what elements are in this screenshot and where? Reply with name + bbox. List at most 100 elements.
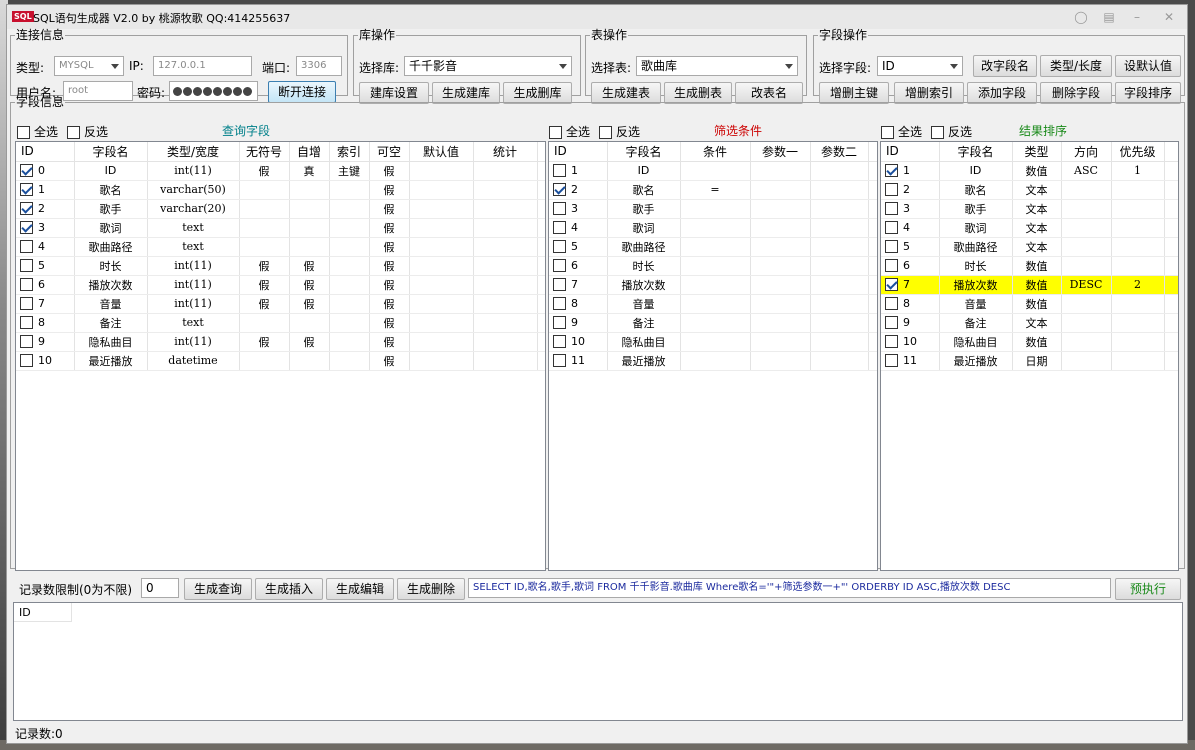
skin-icon[interactable]: ◯ — [1070, 9, 1092, 25]
query-field-row-checkbox[interactable] — [20, 240, 33, 254]
query-field-row[interactable]: 7 音量 int(11) 假假假 — [16, 294, 545, 314]
query-field-column-header[interactable]: ID — [16, 142, 75, 162]
sort-field-row[interactable]: 10 隐私曲目 数值 — [881, 332, 1178, 352]
record-limit-input[interactable]: 0 — [141, 578, 179, 598]
restore-icon[interactable]: ▤ — [1098, 9, 1120, 25]
filter-invert[interactable]: 反选 — [599, 123, 640, 140]
sort-field-column-header[interactable]: 方向 — [1061, 142, 1112, 162]
query-invert-checkbox[interactable] — [67, 126, 80, 139]
table-select[interactable]: 歌曲库 — [636, 56, 798, 76]
filter-field-row[interactable]: 11 最近播放 — [549, 351, 877, 371]
filter-field-row[interactable]: 1 ID — [549, 161, 877, 181]
query-field-row[interactable]: 5 时长 int(11) 假假假 — [16, 256, 545, 276]
query-field-column-header[interactable]: 类型/宽度 — [147, 142, 240, 162]
filter-field-row[interactable]: 7 播放次数 — [549, 275, 877, 295]
sort-field-row-checkbox[interactable] — [885, 259, 898, 273]
type-length-button[interactable]: 类型/长度 — [1040, 55, 1112, 77]
query-field-column-header[interactable]: 统计 — [473, 142, 538, 162]
field-select[interactable]: ID — [877, 56, 963, 76]
query-field-row-checkbox[interactable] — [20, 221, 33, 235]
port-input[interactable]: 3306 — [296, 56, 342, 76]
sort-field-row-checkbox[interactable] — [885, 164, 898, 178]
query-field-row[interactable]: 1 歌名 varchar(50) 假 — [16, 180, 545, 200]
query-fields-table[interactable]: ID 字段名 类型/宽度 无符号 自增 索引 可空 默认值 统计 0 ID int(11) 假真主键假 1… — [15, 141, 546, 571]
query-field-row[interactable]: 6 播放次数 int(11) 假假假 — [16, 275, 545, 295]
query-field-row-checkbox[interactable] — [20, 335, 33, 349]
sort-field-row[interactable]: 1 ID 数值 ASC 1 — [881, 161, 1178, 181]
filter-field-row-checkbox[interactable] — [553, 354, 566, 368]
filter-field-row-checkbox[interactable] — [553, 240, 566, 254]
query-select-all-checkbox[interactable] — [17, 126, 30, 139]
sort-select-all[interactable]: 全选 — [881, 123, 922, 140]
generate-insert-button[interactable]: 生成插入 — [255, 578, 323, 600]
set-default-button[interactable]: 设默认值 — [1115, 55, 1181, 77]
filter-invert-checkbox[interactable] — [599, 126, 612, 139]
query-field-row[interactable]: 10 最近播放 datetime 假 — [16, 351, 545, 371]
sort-invert[interactable]: 反选 — [931, 123, 972, 140]
filter-field-column-header[interactable]: 字段名 — [607, 142, 681, 162]
query-field-row-checkbox[interactable] — [20, 278, 33, 292]
sort-field-row-checkbox[interactable] — [885, 316, 898, 330]
sort-field-row[interactable]: 3 歌手 文本 — [881, 199, 1178, 219]
filter-field-column-header[interactable]: 参数二 — [810, 142, 869, 162]
query-field-row-checkbox[interactable] — [20, 259, 33, 273]
filter-conditions-table[interactable]: ID 字段名 条件 参数一 参数二 1 ID 2 歌名 = 3 歌手 4 歌词 5 歌曲路径 6 时长 7 播放次数 8… — [548, 141, 878, 571]
pre-execute-button[interactable]: 预执行 — [1115, 578, 1181, 600]
sort-field-row[interactable]: 6 时长 数值 — [881, 256, 1178, 276]
filter-field-row[interactable]: 2 歌名 = — [549, 180, 877, 200]
query-field-row[interactable]: 4 歌曲路径 text 假 — [16, 237, 545, 257]
filter-field-column-header[interactable]: 参数一 — [750, 142, 811, 162]
rename-field-button[interactable]: 改字段名 — [973, 55, 1037, 77]
filter-field-row-checkbox[interactable] — [553, 297, 566, 311]
title-bar[interactable]: SQL SQL语句生成器 V2.0 by 桃源牧歌 QQ:414255637 ◯… — [7, 5, 1187, 29]
filter-field-row-checkbox[interactable] — [553, 259, 566, 273]
filter-field-row[interactable]: 8 音量 — [549, 294, 877, 314]
filter-field-row[interactable]: 10 隐私曲目 — [549, 332, 877, 352]
result-grid[interactable]: ID — [13, 602, 1183, 721]
filter-field-row-checkbox[interactable] — [553, 202, 566, 216]
sort-select-all-checkbox[interactable] — [881, 126, 894, 139]
sort-field-row[interactable]: 2 歌名 文本 — [881, 180, 1178, 200]
filter-field-column-header[interactable]: 条件 — [680, 142, 751, 162]
sort-field-row[interactable]: 8 音量 数值 — [881, 294, 1178, 314]
filter-field-row-checkbox[interactable] — [553, 164, 566, 178]
sort-field-column-header[interactable]: 优先级 — [1111, 142, 1165, 162]
query-field-row-checkbox[interactable] — [20, 316, 33, 330]
query-field-column-header[interactable]: 字段名 — [74, 142, 148, 162]
sort-field-row-checkbox[interactable] — [885, 297, 898, 311]
filter-field-row-checkbox[interactable] — [553, 316, 566, 330]
sort-field-row[interactable]: 9 备注 文本 — [881, 313, 1178, 333]
ip-input[interactable]: 127.0.0.1 — [153, 56, 252, 76]
sort-field-row[interactable]: 11 最近播放 日期 — [881, 351, 1178, 371]
filter-field-row-checkbox[interactable] — [553, 278, 566, 292]
query-field-row-checkbox[interactable] — [20, 183, 33, 197]
query-field-row[interactable]: 2 歌手 varchar(20) 假 — [16, 199, 545, 219]
sort-field-row[interactable]: 4 歌词 文本 — [881, 218, 1178, 238]
query-field-column-header[interactable]: 无符号 — [239, 142, 290, 162]
generate-edit-button[interactable]: 生成编辑 — [326, 578, 394, 600]
query-field-row[interactable]: 8 备注 text 假 — [16, 313, 545, 333]
sort-field-row-checkbox[interactable] — [885, 335, 898, 349]
db-type-select[interactable]: MYSQL — [54, 56, 124, 76]
filter-field-row[interactable]: 6 时长 — [549, 256, 877, 276]
filter-select-all[interactable]: 全选 — [549, 123, 590, 140]
query-field-column-header[interactable]: 自增 — [289, 142, 330, 162]
sort-field-row-checkbox[interactable] — [885, 240, 898, 254]
sort-field-column-header[interactable]: 字段名 — [939, 142, 1013, 162]
result-column-header[interactable]: ID — [14, 603, 72, 622]
sort-field-row-checkbox[interactable] — [885, 202, 898, 216]
query-field-row-checkbox[interactable] — [20, 164, 33, 178]
query-field-column-header[interactable]: 默认值 — [409, 142, 474, 162]
result-sort-table[interactable]: ID 字段名 类型 方向 优先级 1 ID 数值 ASC 1 2 歌名 文本 3 歌手 文本 4 歌词 文本 5 歌曲路… — [880, 141, 1179, 571]
filter-field-row[interactable]: 3 歌手 — [549, 199, 877, 219]
sort-field-row-checkbox[interactable] — [885, 221, 898, 235]
query-invert[interactable]: 反选 — [67, 123, 108, 140]
sort-field-column-header[interactable]: ID — [881, 142, 940, 162]
sort-field-row[interactable]: 5 歌曲路径 文本 — [881, 237, 1178, 257]
close-icon[interactable]: ✕ — [1158, 9, 1180, 25]
query-field-row[interactable]: 3 歌词 text 假 — [16, 218, 545, 238]
query-field-column-header[interactable]: 可空 — [369, 142, 410, 162]
filter-field-row-checkbox[interactable] — [553, 183, 566, 197]
query-field-row[interactable]: 9 隐私曲目 int(11) 假假假 — [16, 332, 545, 352]
filter-field-row-checkbox[interactable] — [553, 221, 566, 235]
